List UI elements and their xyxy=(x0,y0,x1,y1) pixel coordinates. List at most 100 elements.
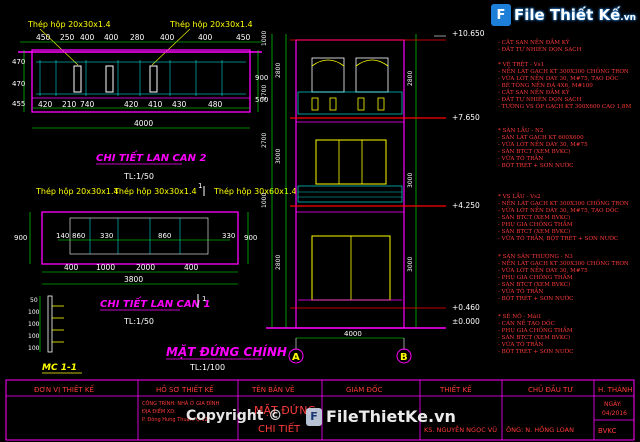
lc2-dim-top-0: 450 xyxy=(36,33,51,42)
lc1-title: CHI TIẾT LAN CAN 1 xyxy=(100,295,210,310)
el-grid-b: B xyxy=(400,352,408,363)
lc1-dim-in-1: 860 xyxy=(72,232,85,240)
mc-dim-0: 50 xyxy=(30,297,38,304)
note-4-item-3: - SÀN BTCT (XEM BVKC) xyxy=(498,281,570,288)
lc1-marker: 1 xyxy=(198,182,202,190)
note-2-head: * SÀN LẦU - N2 xyxy=(498,125,544,134)
note-3-item-4: - SÀN BTCT (XEM BVKC) xyxy=(498,228,570,235)
note-4-item-2: - PHỤ GIA CHỐNG THẤM xyxy=(498,273,573,281)
el-scale: TL:1/100 xyxy=(189,363,225,372)
el-dim-l-3: 1000 xyxy=(261,193,268,208)
lc2-label-left: Thép hộp 20x30x1.4 xyxy=(27,19,111,29)
note-5-head: * SÊ NÔ - Mái1 xyxy=(498,312,542,320)
lc1-dim-in-4: 330 xyxy=(222,232,235,240)
lc2-dim-bot-0: 420 xyxy=(38,100,53,109)
lc1-dim-in-2: 330 xyxy=(100,232,113,240)
el-dim-l-2: 2700 xyxy=(261,133,268,148)
lan-can-1-detail: Thép hộp 20x30x1.4 Thép hộp 30x30x1.4 Th… xyxy=(14,182,297,326)
tb-project-0: CÔNG TRÌNH: NHÀ Ở GIA ĐÌNH xyxy=(142,399,220,407)
note-5-item-4: - BỘT TRÉT + SƠN NƯỚC xyxy=(498,347,573,355)
tb-h-5: CHỦ ĐẦU TƯ xyxy=(528,384,573,394)
lc2-dim-top-4: 280 xyxy=(130,33,145,42)
note-1-head: * VỆ TRỆT - Vs1 xyxy=(498,60,544,68)
lc1-dim-in-3: 860 xyxy=(158,232,171,240)
lc2-dim-left-2: 455 xyxy=(12,100,25,108)
lc2-dim-total: 4000 xyxy=(134,119,153,128)
tb-h-6: H. THÀNH xyxy=(598,385,632,394)
tb-date-value: 04/2016 xyxy=(602,410,627,417)
el-level-1: +7.650 xyxy=(452,113,480,122)
mc-dim-3: 100 xyxy=(28,333,40,340)
note-3-item-2: - SÀN BTCT (XEM BVKC) xyxy=(498,214,570,221)
lc1-dim-bot-3: 400 xyxy=(184,263,199,272)
el-title: MẶT ĐỨNG CHÍNH xyxy=(166,344,287,359)
lc1-dim-bot-1: 1000 xyxy=(96,263,115,272)
note-5-item-1: - PHỤ GIA CHỐNG THẤM xyxy=(498,326,573,334)
lc2-dim-left-1: 470 xyxy=(12,80,25,88)
material-notes: - CẮT SAN NỀN ĐẦM KỸ - ĐẮT TỰ NHIÊN DỌN … xyxy=(498,37,631,355)
el-dim-r-2: 3000 xyxy=(407,257,414,272)
lc2-dim-top-1: 250 xyxy=(60,33,75,42)
mc-dim-2: 100 xyxy=(28,321,40,328)
lc1-label-2: Thép hộp 30x30x1.4 xyxy=(113,186,197,196)
tb-owner: ÔNG: N. HỒNG LOAN xyxy=(506,424,574,434)
lc1-dim-total: 3800 xyxy=(124,275,143,284)
el-dim-l-0: 1000 xyxy=(261,31,268,46)
lc1-dim-in-0: 140 xyxy=(56,232,69,240)
note-4-item-5: - BỘT TRÉT + SƠN NƯỚC xyxy=(498,294,573,302)
file-icon: F xyxy=(490,4,511,26)
mc-dim-1: 100 xyxy=(28,309,40,316)
note-0-item-0: - ĐẮT TỰ NHIÊN DỌN SẠCH xyxy=(498,45,582,53)
lc2-dim-top-3: 400 xyxy=(104,33,119,42)
note-3-item-3: - PHỤ GIA CHỐNG THẤM xyxy=(498,220,573,228)
cad-drawing-canvas: Thép hộp 20x30x1.4 Thép hộp 20x30x1.4 45… xyxy=(5,19,635,441)
el-level-3: +0.460 xyxy=(452,303,480,312)
lc2-dim-bot-2: 740 xyxy=(80,100,95,109)
note-5-item-2: - SÀN BTCT (XEM BVKC) xyxy=(498,334,570,341)
lc2-dim-bot-5: 430 xyxy=(172,100,187,109)
lc2-dim-bot-3: 420 xyxy=(124,100,139,109)
lc1-label-1: Thép hộp 20x30x1.4 xyxy=(35,186,119,196)
el-dim-bottom: 4000 xyxy=(344,330,362,338)
brand-watermark-text: FileThietKe.vn xyxy=(326,407,456,426)
lc2-label-right: Thép hộp 20x30x1.4 xyxy=(169,19,253,29)
lc2-dim-top-7: 450 xyxy=(236,33,251,42)
tb-h-0: ĐƠN VỊ THIẾT KẾ xyxy=(34,384,94,394)
el-dim-r-1: 3000 xyxy=(407,173,414,188)
brand-watermark: F FileThietKe.vn xyxy=(306,407,456,426)
brand-logo: F File Thiết Kế.vn xyxy=(490,4,636,26)
lc2-dim-top-5: 400 xyxy=(160,33,175,42)
el-dim-r-0: 2800 xyxy=(407,71,414,86)
brand-name: File Thiết Kế.vn xyxy=(513,6,636,24)
lc2-dim-bot-6: 480 xyxy=(208,100,223,109)
tb-h-1: HỒ SƠ THIẾT KẾ xyxy=(156,384,214,394)
el-dim-l-1: 2700 xyxy=(261,85,268,100)
lc1-dim-bot-0: 400 xyxy=(64,263,79,272)
note-2-item-4: - BỘT TRÉT + SƠN NƯỚC xyxy=(498,161,573,169)
tb-project-1: ĐỊA ĐIỂM XD: xyxy=(142,407,176,415)
lc1-dim-left: 900 xyxy=(14,234,27,242)
el-level-0: +10.650 xyxy=(452,29,485,38)
tb-h-2: TÊN BẢN VẼ xyxy=(251,385,294,394)
el-grid-a: A xyxy=(292,352,300,363)
note-1-item-4: - ĐẮT TỰ NHIÊN DỌN SẠCH xyxy=(498,95,582,103)
tb-sheet: BVKC xyxy=(598,427,617,435)
lc1-scale: TL:1/50 xyxy=(123,317,154,326)
lc1-dim-right: 900 xyxy=(244,234,257,242)
el-level-4: ±0.000 xyxy=(452,317,480,326)
lc1-marker-2: 1 xyxy=(202,295,206,303)
lc2-dim-right-0: 900 xyxy=(255,74,268,82)
lc2-title: CHI TIẾT LAN CAN 2 xyxy=(96,149,206,164)
lc1-dim-bot-2: 2000 xyxy=(136,263,155,272)
note-0-head: - CẮT SAN NỀN ĐẦM KỸ xyxy=(498,37,570,46)
tb-h-3: GIÁM ĐỐC xyxy=(346,384,382,394)
lc2-scale: TL:1/50 xyxy=(123,172,154,181)
el-dim-l-5: 3000 xyxy=(275,149,282,164)
main-elevation: 1000 2700 2700 1000 2800 3000 2800 2800 … xyxy=(166,29,485,372)
lc1-label-3: Thép hộp 30x60x1.4 xyxy=(213,186,297,196)
note-3-head: * VS LẦU - Vs2 xyxy=(498,191,541,200)
file-icon-watermark: F xyxy=(306,407,322,426)
note-4-head: * SÀN SÂN THƯỢNG - N3 xyxy=(498,253,573,260)
lan-can-2-detail: Thép hộp 20x30x1.4 Thép hộp 20x30x1.4 45… xyxy=(12,19,268,181)
mc-dim-4: 100 xyxy=(28,345,40,352)
